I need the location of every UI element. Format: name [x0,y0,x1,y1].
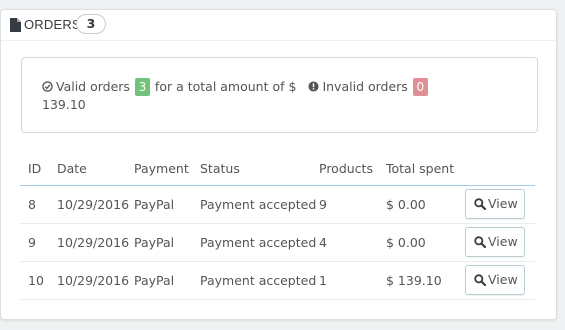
order-status: Payment accepted [200,261,319,300]
order-id: 10 [20,261,57,300]
view-button-label: View [488,196,518,211]
exclamation-circle-icon [308,81,319,92]
order-total: $ 0.00 [386,223,465,262]
order-status: Payment accepted [200,223,319,262]
table-row: 10 10/29/2016 PayPal Payment accepted 1 … [20,261,535,300]
valid-orders-label: Valid orders [56,79,130,94]
order-total: $ 0.00 [386,185,465,224]
column-header-actions [465,152,535,186]
order-total: $ 139.10 [386,261,465,300]
order-id: 8 [20,185,57,224]
column-header-payment: Payment [134,152,200,186]
order-products: 4 [319,223,386,262]
search-icon [474,274,486,286]
column-header-total-spent: Total spent [386,152,465,186]
order-payment: PayPal [134,223,200,262]
order-id: 9 [20,223,57,262]
total-amount-label: for a total amount of $ [154,79,297,94]
total-amount-value: 139.10 [42,97,86,112]
summary-line: Valid orders 3 for a total amount of $ I… [42,78,429,96]
order-payment: PayPal [134,185,200,224]
search-icon [474,236,486,248]
view-button-label: View [488,272,518,287]
order-date: 10/29/2016 [57,223,134,262]
valid-orders-count: 3 [134,78,150,96]
panel-title: ORDERS [24,17,81,32]
order-date: 10/29/2016 [57,185,134,224]
column-header-date: Date [57,152,134,186]
view-order-button[interactable]: View [465,189,525,219]
view-button-label: View [488,234,518,249]
panel-heading: ORDERS 3 [1,10,556,41]
invalid-orders-label: Invalid orders [322,79,408,94]
order-date: 10/29/2016 [57,261,134,300]
check-circle-icon [42,81,53,92]
order-products: 9 [319,185,386,224]
view-order-button[interactable]: View [465,265,525,295]
invalid-orders-count: 0 [412,78,428,96]
table-header-row: ID Date Payment Status Products Total sp… [20,152,535,186]
view-order-button[interactable]: View [465,227,525,257]
table-row: 9 10/29/2016 PayPal Payment accepted 4 $… [20,223,535,262]
order-products: 1 [319,261,386,300]
column-header-status: Status [200,152,319,186]
file-icon [10,18,21,32]
column-header-products: Products [319,152,386,186]
orders-summary: Valid orders 3 for a total amount of $ I… [21,57,538,133]
column-header-id: ID [20,152,57,186]
order-status: Payment accepted [200,185,319,224]
search-icon [474,198,486,210]
orders-count-badge: 3 [76,14,106,34]
table-row: 8 10/29/2016 PayPal Payment accepted 9 $… [20,185,535,224]
orders-table: ID Date Payment Status Products Total sp… [20,152,535,300]
order-payment: PayPal [134,261,200,300]
